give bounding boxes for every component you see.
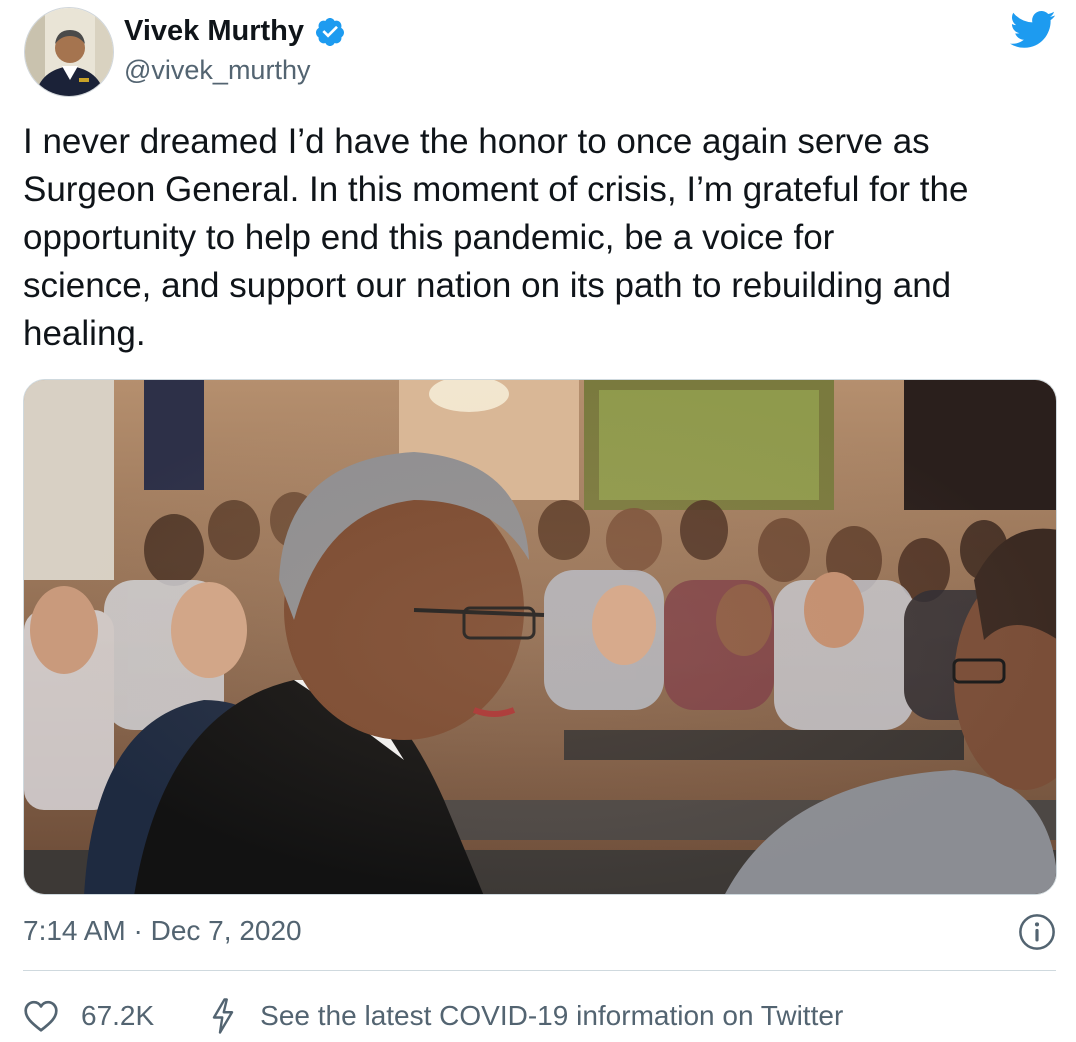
twitter-bird-icon[interactable] (1010, 10, 1056, 50)
photo-content (24, 380, 1056, 894)
tweet-actions: 67.2K See the latest COVID-19 informatio… (23, 996, 843, 1036)
tweet-text: I never dreamed I’d have the honor to on… (23, 122, 969, 353)
tweet-timestamp[interactable]: 7:14 AM · Dec 7, 2020 (23, 915, 302, 947)
author-name-row[interactable]: Vivek Murthy (124, 15, 346, 48)
covid-info-link[interactable]: See the latest COVID-19 information on T… (260, 1000, 843, 1032)
info-icon[interactable] (1018, 913, 1056, 951)
author-handle[interactable]: @vivek_murthy (124, 55, 310, 86)
display-name[interactable]: Vivek Murthy (124, 15, 304, 48)
like-count[interactable]: 67.2K (81, 1000, 154, 1032)
avatar-photo (25, 8, 113, 96)
lightning-bolt-icon (212, 998, 234, 1034)
tweet-photo[interactable] (23, 379, 1057, 895)
heart-icon[interactable] (23, 999, 59, 1033)
divider (23, 970, 1056, 971)
avatar[interactable] (24, 7, 114, 97)
verified-badge-icon (315, 17, 344, 46)
